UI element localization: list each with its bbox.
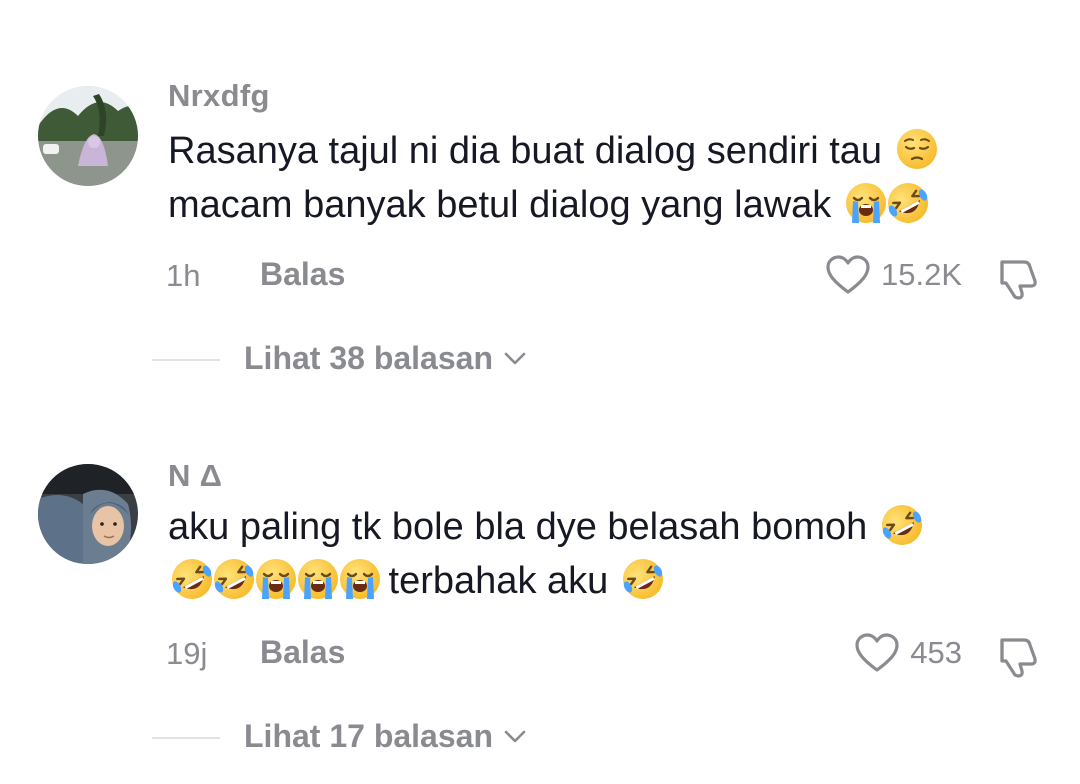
username[interactable]: N Δ xyxy=(168,458,222,494)
loudly-crying-face-emoji-icon xyxy=(338,557,382,601)
rolling-on-floor-laughing-emoji-icon xyxy=(880,503,924,547)
thumbs-down-icon[interactable] xyxy=(994,632,1042,680)
dislike-button[interactable] xyxy=(994,632,1042,680)
comment-meta: 19j Balas 453 xyxy=(0,628,1080,678)
chevron-down-icon xyxy=(503,351,527,367)
rolling-on-floor-laughing-emoji-icon xyxy=(212,557,256,601)
heart-icon[interactable] xyxy=(825,254,871,296)
loudly-crying-face-emoji-icon xyxy=(254,557,298,601)
loudly-crying-face-emoji-icon xyxy=(296,557,340,601)
loudly-crying-face-emoji-icon xyxy=(844,181,888,225)
comment-text-line: aku paling tk bole bla dye belasah bomoh xyxy=(168,506,878,548)
dislike-button[interactable] xyxy=(994,254,1042,302)
comments-panel: Nrxdfg Rasanya tajul ni dia buat dialog … xyxy=(0,0,1080,784)
thumbs-down-icon[interactable] xyxy=(994,254,1042,302)
view-replies-label: Lihat 17 balasan xyxy=(244,718,493,754)
like-button[interactable]: 15.2K xyxy=(825,254,962,296)
heart-icon[interactable] xyxy=(854,632,900,674)
comment-text: aku paling tk bole bla dye belasah bomoh… xyxy=(168,500,1058,608)
rolling-on-floor-laughing-emoji-icon xyxy=(621,557,665,601)
reply-button[interactable]: Balas xyxy=(260,634,345,671)
like-count: 15.2K xyxy=(880,257,962,292)
divider xyxy=(152,359,220,361)
comment-meta: 1h Balas 15.2K xyxy=(0,250,1080,300)
view-replies-button[interactable]: Lihat 38 balasan xyxy=(244,340,527,377)
view-replies[interactable]: Lihat 38 balasan xyxy=(0,336,1080,382)
chevron-down-icon xyxy=(503,729,527,745)
like-count: 453 xyxy=(910,635,962,670)
rolling-on-floor-laughing-emoji-icon xyxy=(170,557,214,601)
comment-text: Rasanya tajul ni dia buat dialog sendiri… xyxy=(168,124,1058,232)
pensive-face-emoji-icon xyxy=(895,127,939,171)
avatar[interactable] xyxy=(38,86,138,186)
view-replies[interactable]: Lihat 17 balasan xyxy=(0,714,1080,760)
like-button[interactable]: 453 xyxy=(854,632,962,674)
divider xyxy=(152,737,220,739)
comment-time: 1h xyxy=(166,258,201,293)
avatar[interactable] xyxy=(38,464,138,564)
view-replies-label: Lihat 38 balasan xyxy=(244,340,493,376)
username[interactable]: Nrxdfg xyxy=(168,78,270,114)
comment-time: 19j xyxy=(166,636,208,671)
rolling-on-floor-laughing-emoji-icon xyxy=(886,181,930,225)
comment-text-line: terbahak aku xyxy=(378,560,619,602)
comment-text-line: macam banyak betul dialog yang lawak xyxy=(168,184,842,226)
view-replies-button[interactable]: Lihat 17 balasan xyxy=(244,718,527,755)
reply-button[interactable]: Balas xyxy=(260,256,345,293)
comment-text-line: Rasanya tajul ni dia buat dialog sendiri… xyxy=(168,130,893,172)
